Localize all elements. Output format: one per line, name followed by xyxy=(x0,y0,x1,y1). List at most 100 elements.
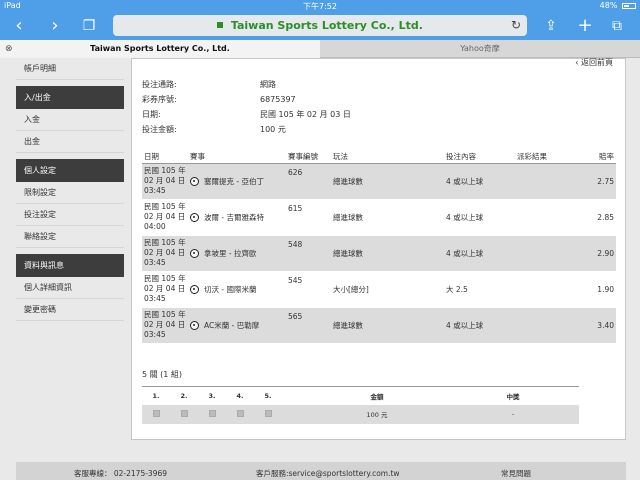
spacer-cell xyxy=(282,404,307,424)
address-bar-title: Taiwan Sports Lottery Co., Ltd. xyxy=(230,19,423,32)
footer-faq-link[interactable]: 常見問題 xyxy=(501,468,531,479)
bet-play: 總進球數 xyxy=(331,307,444,344)
ticket-info: 投注通路: 網路 彩券序號: 6875397 日期: 民國 105 年 02 月 03… xyxy=(142,77,351,137)
sidebar-item-change-password[interactable]: 變更密碼 xyxy=(16,299,124,321)
bet-result xyxy=(515,307,585,344)
new-tab-icon[interactable]: + xyxy=(574,15,596,37)
tab-label: Taiwan Sports Lottery Co., Ltd. xyxy=(90,44,230,53)
sidebar-section-info: 資料與訊息 xyxy=(16,254,124,277)
column-header: 中獎 xyxy=(447,386,579,405)
page-footer: 客服專線： 02-2175-3969 客戶服務:service@sportslo… xyxy=(16,462,626,480)
address-bar[interactable]: Taiwan Sports Lottery Co., Ltd. ↻ xyxy=(113,15,527,36)
leg-marker xyxy=(170,404,198,424)
ticket-detail-panel: ‹ 返回前頁 投注通路: 網路 彩券序號: 6875397 日期: 民國 105 年 … xyxy=(131,58,626,440)
bet-odds: 2.90 xyxy=(585,235,616,272)
bet-match: AC米蘭 - 巴勒摩 xyxy=(188,307,286,344)
sidebar-item-personal-info[interactable]: 個人詳細資訊 xyxy=(16,277,124,299)
bet-play: 總進球數 xyxy=(331,199,444,236)
column-header: 2. xyxy=(170,386,198,405)
battery-percent: 48% xyxy=(599,1,618,10)
tab-yahoo[interactable]: Yahoo奇摩 xyxy=(320,40,640,58)
back-icon[interactable]: ‹ xyxy=(8,15,30,37)
bet-odds: 2.75 xyxy=(585,163,616,200)
leg-marker xyxy=(142,404,170,424)
bet-pick: 4 或以上球 xyxy=(444,235,515,272)
table-row: 民國 105 年 02 月 04 日 03:45 AC米蘭 - 巴勒摩 565 總進… xyxy=(142,307,616,344)
column-header: 金額 xyxy=(307,386,447,405)
bet-date: 民國 105 年 02 月 04 日 03:45 xyxy=(142,271,188,308)
column-header: 賽事編號 xyxy=(286,151,331,164)
soccer-ball-icon xyxy=(190,249,199,258)
sidebar-item-withdraw[interactable]: 出金 xyxy=(16,131,124,153)
info-value: 100 元 xyxy=(260,125,286,134)
info-row: 投注通路: 網路 xyxy=(142,77,351,92)
square-icon xyxy=(152,409,160,417)
bet-match: 拿坡里 - 拉齊歐 xyxy=(188,235,286,272)
bet-play: 大小[總分] xyxy=(331,271,444,308)
bet-result xyxy=(515,271,585,308)
square-icon xyxy=(236,409,244,417)
sidebar-item-account-details[interactable]: 帳戶明細 xyxy=(16,58,124,80)
battery-icon xyxy=(622,2,636,9)
close-tab-icon[interactable]: ⊗ xyxy=(5,40,13,58)
back-link[interactable]: ‹ 返回前頁 xyxy=(575,57,613,68)
info-value: 民國 105 年 02 月 03 日 xyxy=(260,110,351,119)
footer-email[interactable]: 客戶服務:service@sportslottery.com.tw xyxy=(256,468,400,479)
bet-pick: 大 2.5 xyxy=(444,271,515,308)
info-row: 日期: 民國 105 年 02 月 03 日 xyxy=(142,107,351,122)
info-row: 彩券序號: 6875397 xyxy=(142,92,351,107)
bet-code: 615 xyxy=(286,199,331,236)
sidebar-item-contact-settings[interactable]: 聯絡設定 xyxy=(16,226,124,248)
clock: 下午7:52 xyxy=(303,2,337,11)
sidebar-item-deposit[interactable]: 入金 xyxy=(16,109,124,131)
column-header: 派彩結果 xyxy=(515,151,585,164)
square-icon xyxy=(180,409,188,417)
status-bar: iPad 下午7:52 48% xyxy=(0,0,640,12)
info-label: 投注金額: xyxy=(142,125,177,134)
leg-marker xyxy=(226,404,254,424)
column-header: 4. xyxy=(226,386,254,405)
table-header-row: 1. 2. 3. 4. 5. 金額 中獎 xyxy=(142,386,579,405)
table-row: 100 元 - xyxy=(142,404,579,424)
payout-table: 1. 2. 3. 4. 5. 金額 中獎 100 元 - xyxy=(142,386,579,424)
tabs-overview-icon[interactable]: ⧉ xyxy=(606,15,628,37)
bookmarks-icon[interactable]: ❐ xyxy=(78,15,100,37)
pay-win: - xyxy=(447,404,579,424)
soccer-ball-icon xyxy=(190,285,199,294)
leg-marker xyxy=(254,404,282,424)
bet-match: 切沃 - 國際米蘭 xyxy=(188,271,286,308)
soccer-ball-icon xyxy=(190,177,199,186)
sidebar-item-limit-settings[interactable]: 限制設定 xyxy=(16,182,124,204)
tab-sports-lottery[interactable]: ⊗ Taiwan Sports Lottery Co., Ltd. xyxy=(0,40,320,58)
info-value: 6875397 xyxy=(260,95,296,104)
bet-match: 塞爾提克 - 亞伯丁 xyxy=(188,163,286,200)
bet-code: 626 xyxy=(286,163,331,200)
share-icon[interactable]: ⇪ xyxy=(540,15,562,37)
info-row: 投注金額: 100 元 xyxy=(142,122,351,137)
back-link-label: 返回前頁 xyxy=(581,58,613,67)
bet-code: 545 xyxy=(286,271,331,308)
tab-label: Yahoo奇摩 xyxy=(460,44,500,53)
bet-pick: 4 或以上球 xyxy=(444,307,515,344)
soccer-ball-icon xyxy=(190,213,199,222)
account-sidebar: 帳戶明細 入/出金 入金 出金 個人設定 限制設定 投注設定 聯絡設定 資料與訊… xyxy=(16,58,124,321)
square-icon xyxy=(264,409,272,417)
bets-table: 日期 賽事 賽事編號 玩法 投注內容 派彩結果 賠率 民國 105 年 02 月 … xyxy=(142,151,616,344)
column-header: 賠率 xyxy=(585,151,616,164)
bet-odds: 3.40 xyxy=(585,307,616,344)
column-header: 5. xyxy=(254,386,282,405)
reload-icon[interactable]: ↻ xyxy=(511,15,521,36)
bet-date: 民國 105 年 02 月 04 日 04:00 xyxy=(142,199,188,236)
column-header: 賽事 xyxy=(188,151,286,164)
sidebar-section-deposit: 入/出金 xyxy=(16,86,124,109)
table-row: 民國 105 年 02 月 04 日 03:45 拿坡里 - 拉齊歐 548 總進球… xyxy=(142,235,616,272)
bet-date: 民國 105 年 02 月 04 日 03:45 xyxy=(142,235,188,272)
sidebar-item-bet-settings[interactable]: 投注設定 xyxy=(16,204,124,226)
bet-date: 民國 105 年 02 月 04 日 03:45 xyxy=(142,163,188,200)
forward-icon[interactable]: › xyxy=(44,15,66,37)
bet-odds: 2.85 xyxy=(585,199,616,236)
footer-phone: 客服專線： 02-2175-3969 xyxy=(74,469,168,478)
bet-result xyxy=(515,235,585,272)
browser-toolbar: ‹ › ❐ Taiwan Sports Lottery Co., Ltd. ↻ … xyxy=(0,12,640,40)
sidebar-section-settings: 個人設定 xyxy=(16,159,124,182)
